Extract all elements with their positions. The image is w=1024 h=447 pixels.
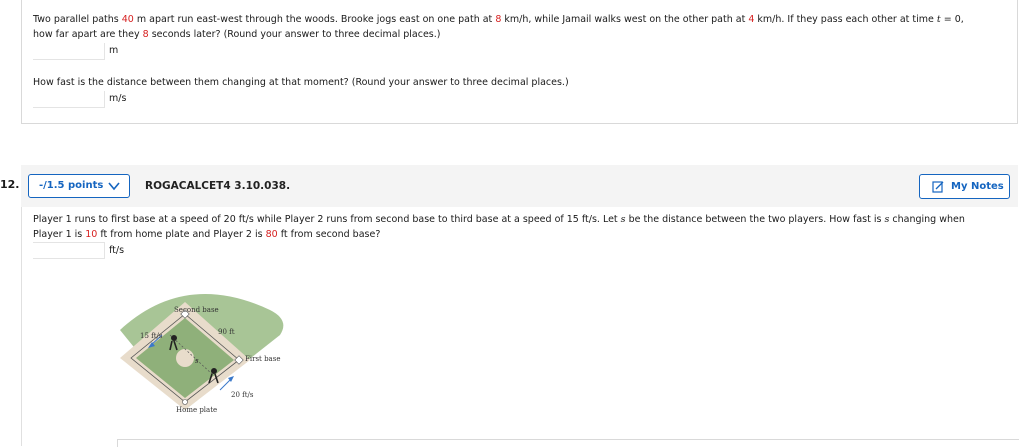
label-speed-player2: 15 ft/s — [140, 332, 163, 340]
text: = 0, — [940, 14, 964, 25]
points-dropdown-button[interactable]: -/1.5 points — [28, 174, 130, 198]
unit-label: m — [109, 45, 119, 56]
chevron-down-icon — [108, 182, 120, 191]
label-side-length: 90 ft — [218, 328, 235, 336]
text: m apart run east-west through the woods.… — [133, 14, 496, 25]
prev-question-text-line1: Two parallel paths 40 m apart run east-w… — [33, 12, 964, 27]
answer-input-rate-s[interactable] — [33, 242, 105, 259]
text: ft from home plate and Player 2 is — [97, 229, 266, 240]
text: how far apart are they — [33, 29, 143, 40]
value-distance: 40 — [121, 14, 134, 25]
label-first-base: First base — [245, 355, 280, 363]
text: ft from second base? — [277, 229, 381, 240]
text: km/h, while Jamail walks west on the oth… — [501, 14, 749, 25]
unit-label: m/s — [109, 93, 127, 104]
value-player1-distance: 10 — [85, 229, 98, 240]
question-text-line1: Player 1 runs to first base at a speed o… — [33, 212, 965, 227]
text: Player 1 runs to first base at a speed o… — [33, 214, 621, 225]
label-home-plate: Home plate — [176, 406, 217, 414]
my-notes-button[interactable]: My Notes — [919, 174, 1010, 199]
text: changing when — [889, 214, 965, 225]
notes-label: My Notes — [951, 181, 1004, 192]
question-text-line2: Player 1 is 10 ft from home plate and Pl… — [33, 227, 380, 242]
label-s: s — [195, 357, 199, 365]
question-number: 12. — [0, 178, 20, 191]
player1-figure — [211, 368, 217, 374]
unit-label: ft/s — [109, 245, 125, 256]
value-player2-distance: 80 — [265, 229, 278, 240]
points-label: -/1.5 points — [39, 180, 104, 191]
text: km/h. If they pass each other at time — [754, 14, 937, 25]
label-second-base: Second base — [174, 306, 219, 314]
label-speed-player1: 20 ft/s — [231, 391, 254, 399]
home-plate-marker — [182, 399, 188, 405]
player2-figure — [171, 335, 177, 341]
answer-input-rate[interactable] — [33, 91, 105, 108]
text: be the distance between the two players.… — [625, 214, 885, 225]
baseball-diamond-figure: Second base First base Home plate 15 ft/… — [120, 294, 284, 414]
prev-question-part2: How fast is the distance between them ch… — [33, 77, 569, 88]
answer-input-distance[interactable] — [33, 43, 105, 60]
text: Two parallel paths — [33, 14, 122, 25]
notes-icon — [932, 181, 944, 193]
prev-question-text-line2: how far apart are they 8 seconds later? … — [33, 27, 441, 42]
question-code: ROGACALCET4 3.10.038. — [145, 180, 291, 192]
pitchers-mound — [176, 349, 194, 367]
text: seconds later? (Round your answer to thr… — [148, 29, 441, 40]
text: Player 1 is — [33, 229, 86, 240]
